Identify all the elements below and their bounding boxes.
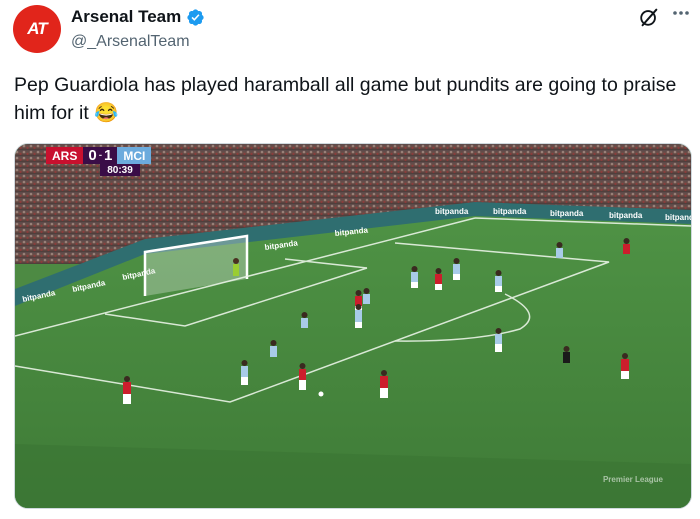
ad-board-text: bitpanda bbox=[665, 213, 691, 222]
ad-board-text: bitpanda bbox=[609, 211, 643, 220]
home-score: 0 bbox=[88, 147, 97, 164]
scoreboard: ARS 0 - 1 MCI bbox=[46, 147, 152, 164]
avatar[interactable]: AT bbox=[13, 5, 61, 53]
author-name-row: Arsenal Team bbox=[71, 7, 205, 27]
tweet-media-image[interactable]: bitpanda bitpanda bitpanda bitpanda bitp… bbox=[14, 143, 692, 509]
ad-board-text: bitpanda bbox=[550, 209, 584, 218]
author-handle[interactable]: @_ArsenalTeam bbox=[71, 33, 190, 51]
verified-badge-icon bbox=[187, 8, 204, 26]
match-clock: 80:39 bbox=[100, 164, 140, 176]
ball bbox=[318, 391, 324, 397]
more-options-icon[interactable] bbox=[670, 2, 692, 24]
away-score: 1 bbox=[104, 147, 113, 164]
ad-board-text: bitpanda bbox=[493, 207, 527, 216]
author-display-name[interactable]: Arsenal Team bbox=[71, 7, 181, 27]
grok-icon[interactable] bbox=[638, 6, 660, 28]
ad-board-text: bitpanda bbox=[435, 207, 469, 216]
broadcast-watermark: Premier League bbox=[602, 475, 663, 484]
match-broadcast-frame: bitpanda bitpanda bitpanda bitpanda bitp… bbox=[15, 144, 691, 508]
avatar-logo-text: AT bbox=[27, 19, 47, 38]
home-team: ARS bbox=[46, 147, 84, 164]
away-team: MCI bbox=[117, 147, 152, 164]
tweet-text: Pep Guardiola has played haramball all g… bbox=[14, 74, 677, 124]
score: 0 - 1 bbox=[83, 147, 118, 164]
